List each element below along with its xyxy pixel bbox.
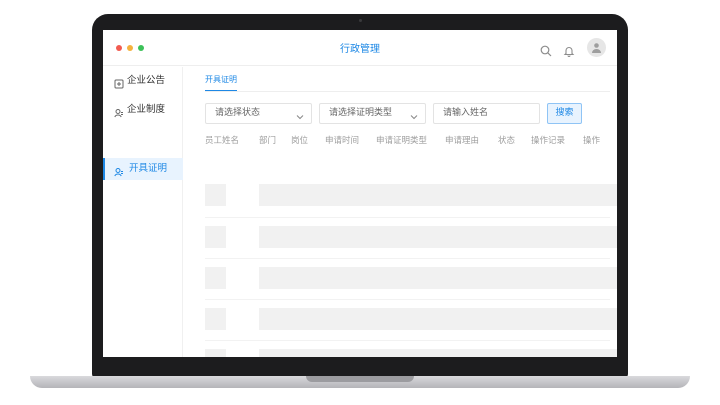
column-header-status: 状态 xyxy=(498,136,516,146)
search-icon[interactable] xyxy=(540,42,552,57)
tab-divider xyxy=(205,91,610,92)
sidebar-item-label: 企业公告 xyxy=(127,75,166,86)
column-header-history: 操作记录 xyxy=(531,136,566,146)
column-header-certificate-type: 申请证明类型 xyxy=(376,136,428,146)
skeleton-cell xyxy=(205,267,226,289)
sidebar-item-certificates[interactable]: 开具证明 xyxy=(103,158,183,180)
chevron-down-icon xyxy=(410,110,418,120)
column-header-department: 部门 xyxy=(259,136,277,146)
name-search-input[interactable]: 请输入姓名 xyxy=(433,103,540,124)
skeleton-row xyxy=(259,349,617,357)
tab-certificates[interactable]: 开具证明 xyxy=(205,74,237,92)
column-header-actions: 操作 xyxy=(583,136,601,146)
laptop-base-notch xyxy=(306,376,414,382)
sidebar-item-label: 企业制度 xyxy=(127,104,166,115)
search-button[interactable]: 搜索 xyxy=(547,103,582,124)
chevron-down-icon xyxy=(296,110,304,120)
row-divider xyxy=(205,258,610,259)
skeleton-row xyxy=(259,226,617,248)
user-avatar[interactable] xyxy=(587,38,606,57)
policy-icon xyxy=(114,105,124,118)
row-divider xyxy=(205,340,610,341)
skeleton-cell xyxy=(205,226,226,248)
sidebar-item-announcements[interactable]: 企业公告 xyxy=(103,70,183,92)
announcement-icon xyxy=(114,76,124,89)
column-header-reason: 申请理由 xyxy=(445,136,480,146)
status-select-placeholder: 请选择状态 xyxy=(215,108,261,118)
main-content: 开具证明 请选择状态 请选择证明类型 请输入姓名 搜索 员工姓名 部门 岗位 申… xyxy=(183,67,617,357)
name-input-placeholder: 请输入姓名 xyxy=(443,108,489,118)
skeleton-cell xyxy=(205,308,226,330)
skeleton-cell xyxy=(205,349,226,357)
title-bar: 行政管理 xyxy=(103,30,617,66)
webcam xyxy=(359,19,362,22)
type-select-placeholder: 请选择证明类型 xyxy=(329,108,393,118)
sidebar-item-policies[interactable]: 企业制度 xyxy=(103,99,183,121)
status-select[interactable]: 请选择状态 xyxy=(205,103,312,124)
skeleton-row xyxy=(259,267,617,289)
app-window: 行政管理 企业公告 企业制度 开具证明 开具证明 请选择状态 请选择证明类型 请… xyxy=(103,30,617,357)
sidebar: 企业公告 企业制度 开具证明 xyxy=(103,67,183,357)
skeleton-row xyxy=(259,308,617,330)
certificate-icon xyxy=(114,164,124,177)
column-header-employee-name: 员工姓名 xyxy=(205,136,240,146)
bell-icon[interactable] xyxy=(563,42,575,58)
row-divider xyxy=(205,217,610,218)
skeleton-cell xyxy=(205,184,226,206)
skeleton-row xyxy=(259,184,617,206)
column-header-position: 岗位 xyxy=(291,136,309,146)
sidebar-item-label: 开具证明 xyxy=(129,163,168,174)
column-header-apply-time: 申请时间 xyxy=(325,136,360,146)
row-divider xyxy=(205,299,610,300)
certificate-type-select[interactable]: 请选择证明类型 xyxy=(319,103,426,124)
user-avatar-icon xyxy=(592,43,601,53)
